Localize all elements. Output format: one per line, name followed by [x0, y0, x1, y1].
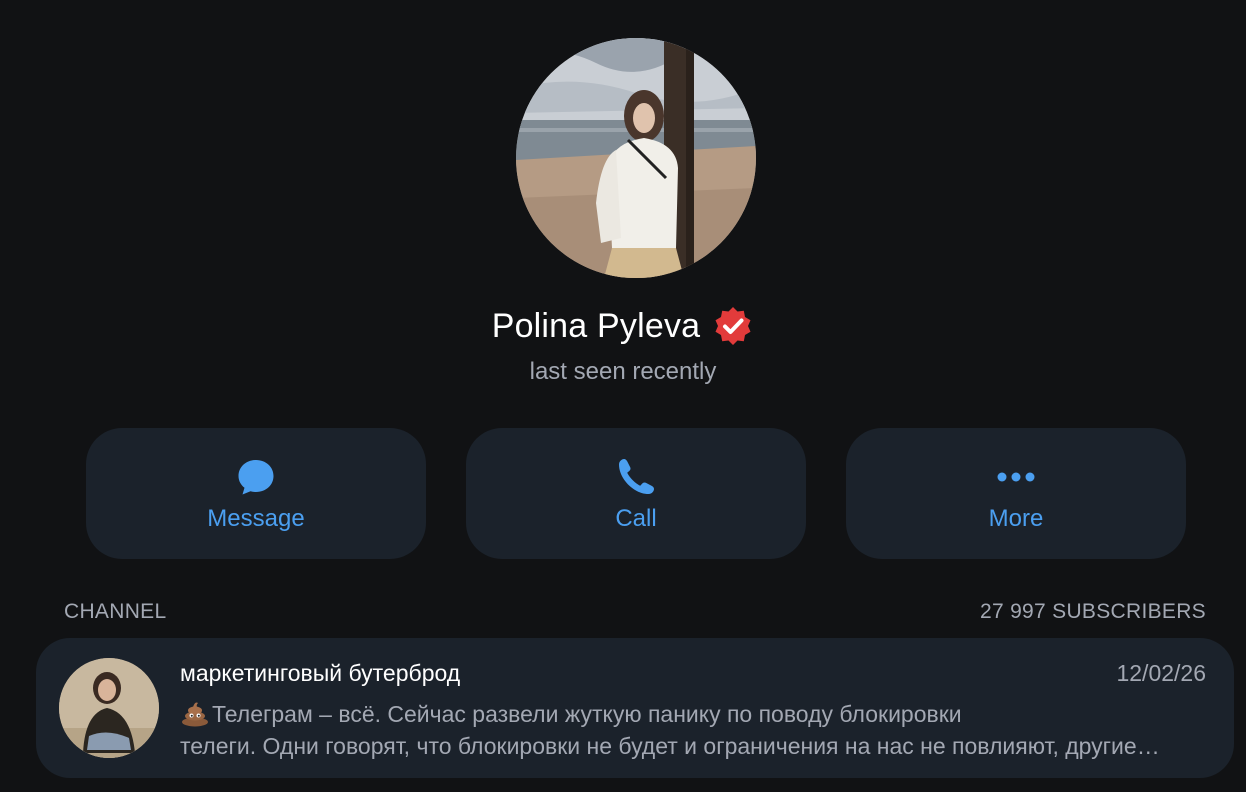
- preview-text-1: Телеграм – всё. Сейчас развели жуткую па…: [212, 701, 962, 727]
- preview-line-1: Телеграм – всё. Сейчас развели жуткую па…: [180, 698, 1220, 730]
- channel-title: маркетинговый бутерброд: [180, 660, 461, 686]
- profile-avatar[interactable]: [516, 38, 756, 278]
- verified-badge-icon: [712, 305, 754, 347]
- phone-icon: [614, 455, 658, 499]
- profile-name: Polina Pyleva: [491, 306, 701, 345]
- profile-page: Polina Pyleva last seen recently Message…: [0, 0, 1246, 792]
- preview-line-2: телеги. Одни говорят, что блокировки не …: [180, 733, 1160, 759]
- section-title: CHANNEL: [64, 600, 167, 623]
- message-label: Message: [207, 504, 305, 532]
- channel-card[interactable]: маркетинговый бутерброд 12/02/26 Телегра…: [36, 638, 1234, 778]
- profile-photo: [516, 38, 756, 278]
- name-row: Polina Pyleva: [0, 300, 1246, 352]
- message-button[interactable]: Message: [86, 428, 426, 559]
- channel-date: 12/02/26: [1116, 660, 1206, 686]
- channel-avatar: [59, 658, 159, 758]
- channel-section-header: CHANNEL 27 997 SUBSCRIBERS: [64, 600, 1206, 624]
- pile-of-poo-icon: [180, 699, 210, 727]
- message-bubble-icon: [234, 455, 278, 499]
- more-button[interactable]: More: [846, 428, 1186, 559]
- call-label: Call: [615, 504, 657, 532]
- channel-preview: Телеграм – всё. Сейчас развели жуткую па…: [180, 698, 1220, 762]
- more-dots-icon: [994, 455, 1038, 499]
- subscriber-count: 27 997 SUBSCRIBERS: [979, 600, 1206, 623]
- profile-status: last seen recently: [529, 358, 717, 385]
- more-label: More: [988, 504, 1044, 532]
- call-button[interactable]: Call: [466, 428, 806, 559]
